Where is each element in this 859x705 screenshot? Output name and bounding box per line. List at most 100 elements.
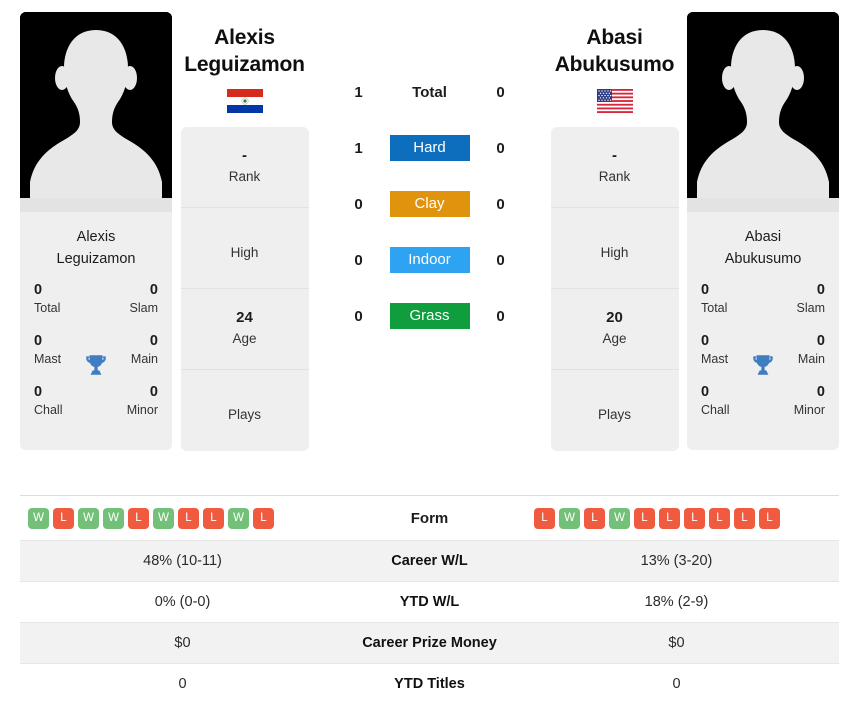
career-wl-label: Career W/L — [391, 553, 468, 569]
left-title-line2: Leguizamon — [184, 53, 305, 77]
right-info-rank-label: Rank — [598, 168, 631, 184]
h2h-hard-right-score: 0 — [496, 139, 505, 157]
right-titles-mast-label: Mast — [701, 351, 729, 366]
surface-badge-clay[interactable]: Clay — [389, 190, 470, 218]
right-titles-total-label: Total — [701, 301, 728, 316]
h2h-indoor-right-score: 0 — [496, 251, 505, 269]
h2h-grass-right-score: 0 — [496, 307, 505, 325]
left-info-plays: Plays — [181, 370, 309, 451]
surface-badge-grass[interactable]: Grass — [389, 302, 470, 330]
left-titles-main: 0 Main — [104, 332, 158, 369]
left-titles-mast-label: Mast — [34, 351, 62, 366]
h2h-clay-left-score: 0 — [354, 195, 363, 213]
right-info-high: High — [550, 208, 679, 289]
h2h-grass-left-score: 0 — [354, 307, 363, 325]
right-titles-chall-value: 0 — [701, 383, 710, 400]
h2h-hard-left-score: 1 — [354, 139, 363, 157]
right-titles-slam-value: 0 — [816, 281, 825, 298]
right-titles-mast-value: 0 — [701, 332, 710, 349]
left-info-rank: - Rank — [180, 127, 309, 208]
right-titles-grid: 0 Total 0 Slam 0 Mast 0 Main 0 Chall 0 M… — [687, 280, 839, 450]
trophy-icon — [86, 355, 106, 375]
h2h-indoor-badge-wrap: Indoor — [375, 246, 485, 274]
right-player-title[interactable]: Abasi Abukusumo — [555, 24, 675, 79]
right-player-photo — [687, 12, 839, 212]
career-wl-left-value: 48% (10-11) — [143, 553, 222, 569]
h2h-hard-badge-wrap: Hard — [375, 134, 485, 162]
left-titles-main-value: 0 — [149, 332, 158, 349]
form-badge-w: W — [228, 507, 249, 529]
form-badge-l: L — [253, 507, 274, 529]
right-titles-total: 0 Total — [701, 281, 755, 318]
left-name-line2: Leguizamon — [56, 251, 136, 268]
left-titles-main-label: Main — [130, 351, 158, 366]
ytd-titles-right-value: 0 — [672, 676, 681, 692]
h2h-row-total: 1 Total 0 — [342, 64, 517, 120]
left-name-line1: Alexis — [76, 229, 116, 245]
left-info-rank-value: - — [242, 147, 247, 165]
right-info-rank-value: - — [612, 147, 617, 165]
right-titles-minor-value: 0 — [816, 383, 825, 400]
h2h-grass-badge-wrap: Grass — [375, 302, 485, 330]
right-info-rank: - Rank — [550, 127, 679, 208]
right-player-card[interactable]: Abasi Abukusumo 0 Total 0 Slam 0 Mast 0 … — [687, 12, 839, 450]
left-titles-minor: 0 Minor — [104, 383, 158, 420]
left-titles-row-3: 0 Chall 0 Minor — [20, 383, 172, 420]
left-titles-chall-value: 0 — [34, 383, 43, 400]
right-info-high-label: High — [600, 244, 629, 260]
career-prize-money-label: Career Prize Money — [362, 635, 497, 651]
right-info-age-value: 20 — [606, 309, 623, 327]
form-row-label: Form — [410, 509, 449, 527]
left-info-high-label: High — [230, 244, 259, 260]
form-badge-w: W — [609, 507, 630, 529]
left-titles-mast-value: 0 — [34, 332, 43, 349]
form-badge-w: W — [153, 507, 174, 529]
table-row: 0% (0-0) YTD W/L 18% (2-9) — [20, 581, 839, 622]
left-player-photo-column: Alexis Leguizamon 0 Total 0 Slam 0 Mast … — [20, 12, 172, 490]
h2h-clay-right-score: 0 — [496, 195, 505, 213]
right-titles-slam-label: Slam — [796, 301, 825, 316]
left-info-high: High — [180, 208, 309, 289]
h2h-row-hard: 1 Hard 0 — [342, 120, 517, 176]
left-player-title[interactable]: Alexis Leguizamon — [184, 24, 305, 79]
h2h-clay-badge-wrap: Clay — [375, 190, 485, 218]
h2h-row-clay: 0 Clay 0 — [342, 176, 517, 232]
paraguay-flag-icon — [226, 88, 263, 113]
left-player-photo — [20, 12, 172, 212]
ytd-titles-left-value: 0 — [178, 676, 187, 692]
ytd-titles-label: YTD Titles — [394, 676, 465, 692]
form-badge-l: L — [659, 507, 680, 529]
right-info-plays-label: Plays — [597, 407, 631, 423]
left-titles-minor-value: 0 — [149, 383, 158, 400]
table-row: 48% (10-11) Career W/L 13% (3-20) — [20, 540, 839, 581]
left-titles-grid: 0 Total 0 Slam 0 Mast 0 Main 0 Chall 0 M… — [20, 280, 172, 450]
player-silhouette-icon — [687, 12, 839, 212]
right-player-photo-column: Abasi Abukusumo 0 Total 0 Slam 0 Mast 0 … — [687, 12, 839, 490]
h2h-indoor-left-score: 0 — [354, 251, 363, 269]
h2h-total-label-wrap: Total — [375, 84, 485, 101]
right-titles-total-value: 0 — [701, 281, 710, 298]
surface-badge-hard[interactable]: Hard — [389, 134, 470, 162]
right-titles-chall-label: Chall — [701, 402, 730, 417]
right-title-line1: Abasi — [586, 26, 643, 49]
right-name-line1: Abasi — [744, 229, 782, 245]
left-player-name-column: Alexis Leguizamon - Rank High 24 Age Pla… — [172, 12, 317, 490]
form-badge-l: L — [128, 507, 149, 529]
left-titles-total-value: 0 — [34, 281, 43, 298]
left-titles-chall: 0 Chall — [34, 383, 88, 420]
left-player-form: WLWWLWLLWL — [20, 507, 350, 529]
form-badge-l: L — [584, 507, 605, 529]
form-badge-l: L — [53, 507, 74, 529]
career-prize-money-left-value: $0 — [174, 635, 191, 651]
left-titles-slam: 0 Slam — [104, 281, 158, 318]
form-badge-w: W — [28, 507, 49, 529]
right-titles-slam: 0 Slam — [771, 281, 825, 318]
left-titles-minor-label: Minor — [126, 402, 158, 417]
table-row: $0 Career Prize Money $0 — [20, 622, 839, 663]
surface-badge-indoor[interactable]: Indoor — [389, 246, 470, 274]
head-to-head-column: 1 Total 0 1 Hard 0 0 Clay 0 0 Indoor 0 0… — [317, 12, 542, 490]
right-title-line2: Abukusumo — [554, 53, 675, 77]
career-prize-money-right-value: $0 — [668, 635, 685, 651]
left-player-card[interactable]: Alexis Leguizamon 0 Total 0 Slam 0 Mast … — [20, 12, 172, 450]
left-player-info-card: - Rank High 24 Age Plays — [180, 126, 309, 451]
